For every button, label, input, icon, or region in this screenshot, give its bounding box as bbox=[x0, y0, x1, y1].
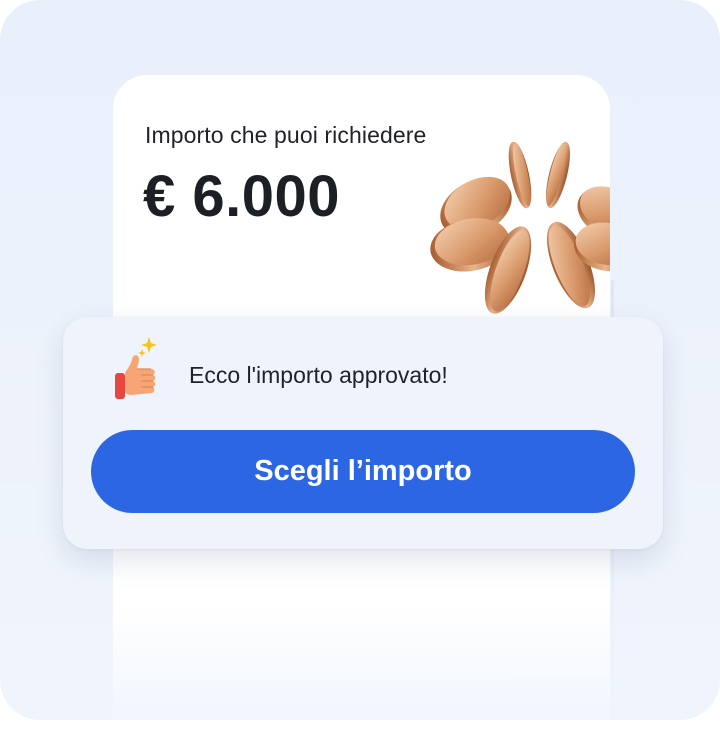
background-frame: Importo che puoi richiedere € 6.000 Ecco… bbox=[0, 0, 720, 720]
choose-amount-button[interactable]: Scegli l’importo bbox=[91, 430, 635, 513]
thumbs-up-sparkle-icon bbox=[115, 337, 157, 399]
amount-value: € 6.000 bbox=[143, 164, 341, 229]
coins-icon bbox=[430, 141, 610, 314]
approval-popup: Ecco l'importo approvato! Scegli l’impor… bbox=[63, 317, 663, 549]
approval-message: Ecco l'importo approvato! bbox=[189, 362, 448, 388]
amount-label: Importo che puoi richiedere bbox=[145, 122, 427, 148]
